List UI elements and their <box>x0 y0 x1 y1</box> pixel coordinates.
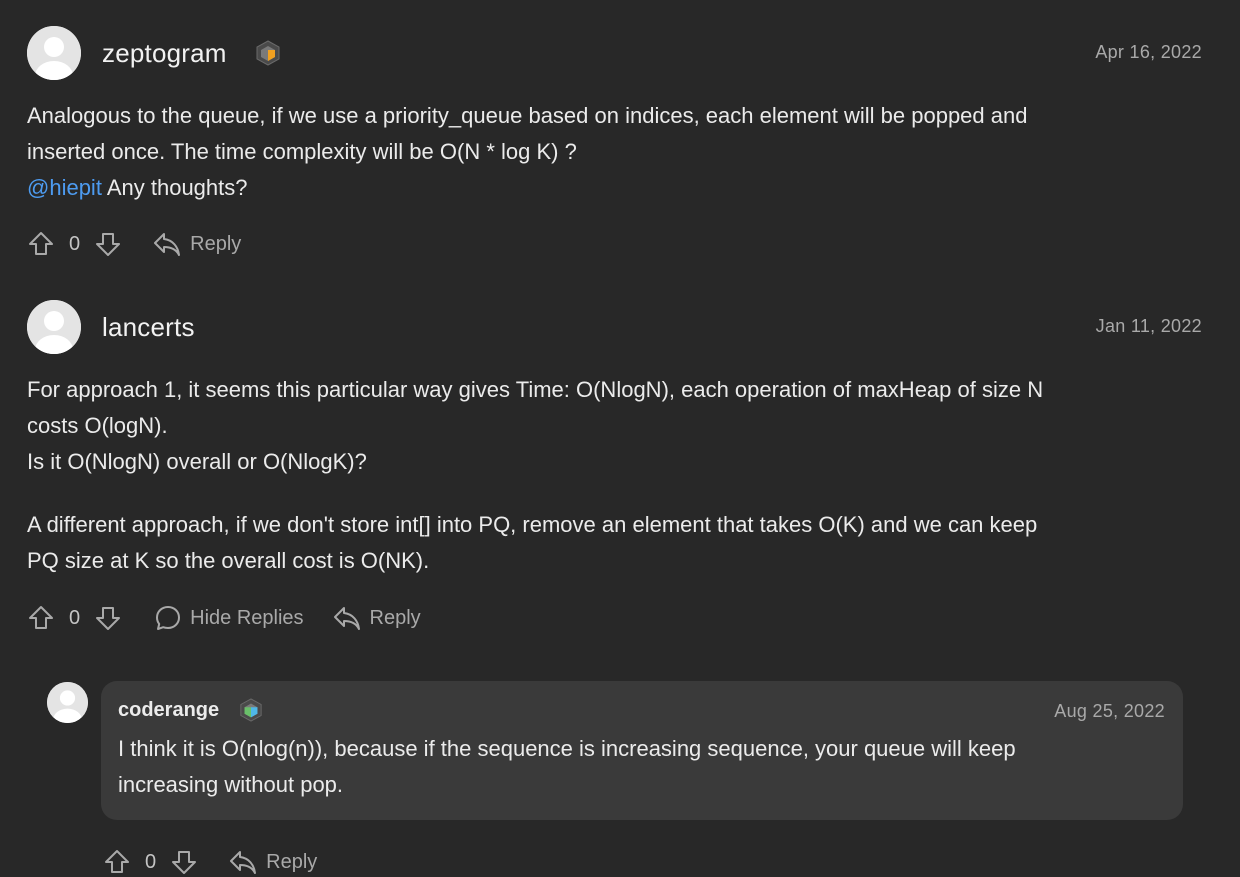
reply-arrow-icon <box>230 851 257 874</box>
arrow-up-outline-icon <box>29 606 53 629</box>
arrow-down-outline-icon <box>172 851 197 874</box>
vote-count: 0 <box>69 606 81 629</box>
comment-date: Jan 11, 2022 <box>1095 316 1202 336</box>
comment-text: increasing without pop. <box>118 772 344 797</box>
comment-text: @hiepit Any thoughts? <box>27 170 1202 206</box>
comment-lancerts: lancerts Jan 11, 2022 For approach 1, it… <box>27 300 1202 579</box>
comment-actions: 0 Reply <box>103 847 317 877</box>
comment-text: For approach 1, it seems this particular… <box>27 377 1044 402</box>
username[interactable]: zeptogram <box>102 38 227 69</box>
upvote-button[interactable] <box>103 848 131 876</box>
reply-comment-coderange: coderange Aug 25, 2022 I think it is O(n… <box>101 681 1183 820</box>
arrow-down-outline-icon <box>96 233 121 256</box>
reply-label: Reply <box>266 850 318 873</box>
vote-count: 0 <box>145 850 157 873</box>
hide-replies-label: Hide Replies <box>190 606 304 629</box>
avatar[interactable] <box>27 26 81 80</box>
comment-text: A different approach, if we don't store … <box>27 512 1038 537</box>
comment-actions: 0 Reply <box>27 229 241 259</box>
reply-label: Reply <box>190 232 242 255</box>
comment-zeptogram: zeptogram Apr 16, 2022 Analogous to the … <box>27 26 1202 206</box>
comment-text: costs O(logN). <box>27 413 168 438</box>
vote-count: 0 <box>69 232 81 255</box>
avatar[interactable] <box>47 682 88 723</box>
reply-button[interactable]: Reply <box>332 604 421 632</box>
reply-arrow-icon <box>154 233 181 256</box>
comment-body: I think it is O(nlog(n)), because if the… <box>118 731 1168 803</box>
default-user-icon <box>47 682 88 723</box>
comment-actions: 0 Hide Replies Reply <box>27 603 421 633</box>
comment-text: I think it is O(nlog(n)), because if the… <box>118 736 1016 761</box>
reply-button[interactable]: Reply <box>152 230 241 258</box>
username[interactable]: lancerts <box>102 312 195 343</box>
arrow-up-outline-icon <box>29 232 53 255</box>
username[interactable]: coderange <box>118 699 219 722</box>
downvote-button[interactable] <box>94 230 122 258</box>
comment-header: zeptogram Apr 16, 2022 <box>27 26 1202 80</box>
upvote-button[interactable] <box>27 604 55 632</box>
arrow-down-outline-icon <box>96 607 121 630</box>
comment-text: inserted once. The time complexity will … <box>27 139 577 164</box>
comment-body: Analogous to the queue, if we use a prio… <box>27 98 1202 206</box>
badge-icon <box>255 40 281 66</box>
comment-date: Apr 16, 2022 <box>1095 42 1202 62</box>
mention-link[interactable]: @hiepit <box>27 175 102 200</box>
comment-date: Aug 25, 2022 <box>1054 701 1165 721</box>
comment-text: Analogous to the queue, if we use a prio… <box>27 103 1028 128</box>
comment-header: lancerts Jan 11, 2022 <box>27 300 1202 354</box>
downvote-button[interactable] <box>170 848 198 876</box>
arrow-up-outline-icon <box>105 850 129 873</box>
upvote-button[interactable] <box>27 230 55 258</box>
comment-body: For approach 1, it seems this particular… <box>27 372 1202 579</box>
comment-text: PQ size at K so the overall cost is O(NK… <box>27 548 430 573</box>
reply-button[interactable]: Reply <box>228 848 317 876</box>
avatar[interactable] <box>27 300 81 354</box>
hide-replies-button[interactable]: Hide Replies <box>154 604 304 632</box>
speech-bubble-icon <box>156 606 181 630</box>
comment-text: Any thoughts? <box>101 175 248 200</box>
comment-text: Is it O(NlogN) overall or O(NlogK)? <box>27 449 367 474</box>
reply-arrow-icon <box>333 607 360 630</box>
downvote-button[interactable] <box>94 604 122 632</box>
reply-label: Reply <box>369 606 421 629</box>
default-user-icon <box>27 300 81 354</box>
default-user-icon <box>27 26 81 80</box>
badge-icon <box>239 698 263 722</box>
